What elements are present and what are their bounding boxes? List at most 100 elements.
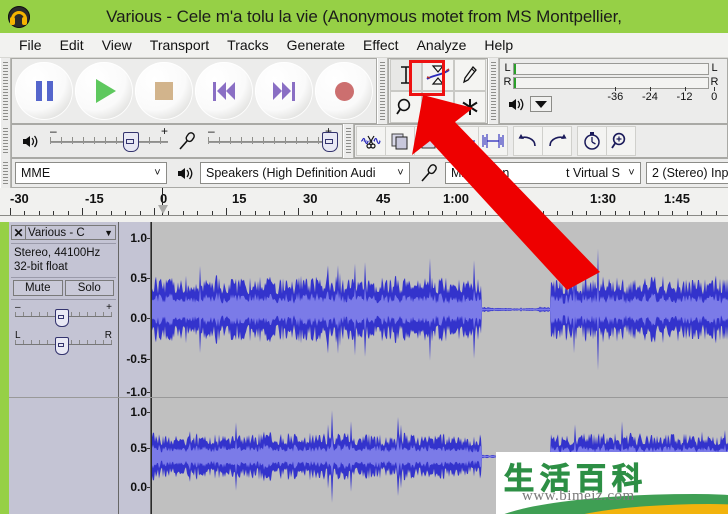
record-icon xyxy=(334,81,354,101)
waveform-left-channel[interactable] xyxy=(151,222,728,397)
track-mute-button[interactable]: Mute xyxy=(13,280,63,296)
recording-device-select[interactable]: Microphon t Virtual S ˅ xyxy=(445,162,641,184)
ruler-tick-minor xyxy=(572,211,573,215)
speaker-icon xyxy=(178,167,193,179)
recording-device-value-tail: t Virtual S xyxy=(566,166,620,180)
ruler-tick-minor xyxy=(168,211,169,215)
mixer-toolbar-grip[interactable] xyxy=(0,124,11,158)
menu-generate[interactable]: Generate xyxy=(278,33,354,58)
vruler-label-1: 1.0 xyxy=(130,230,150,245)
ruler-tick-minor xyxy=(716,211,717,215)
ruler-tick-minor xyxy=(543,211,544,215)
chevron-down-icon: ˅ xyxy=(397,167,404,179)
selection-tool[interactable] xyxy=(390,59,422,91)
ruler-tick-minor xyxy=(269,211,270,215)
ruler-tick-minor xyxy=(687,211,688,215)
ruler-tick-major xyxy=(82,208,83,215)
time-shift-arrow-icon xyxy=(429,102,447,112)
timeshift-tool[interactable] xyxy=(422,91,454,123)
sync-lock-button[interactable] xyxy=(577,126,607,156)
vruler-label-0: 0.0 xyxy=(130,311,150,326)
ruler-tick-minor xyxy=(557,211,558,215)
device-toolbar-grip[interactable] xyxy=(0,158,11,188)
meter-db-scale: -36 -24 -12 0 xyxy=(552,87,725,117)
recording-channels-select[interactable]: 2 (Stereo) Input C ˅ xyxy=(646,162,728,184)
menu-transport[interactable]: Transport xyxy=(141,33,218,58)
play-button[interactable] xyxy=(75,62,133,120)
edit-toolbar-grip[interactable] xyxy=(343,124,354,158)
trim-outside-selection-button[interactable] xyxy=(449,126,479,156)
tools-toolbar-grip[interactable] xyxy=(377,58,388,124)
track-control-panel[interactable]: ✕ Various - C ▼ Stereo, 44100Hz 32-bit f… xyxy=(9,222,119,397)
menu-edit[interactable]: Edit xyxy=(51,33,93,58)
vruler2-label-1: 1.0 xyxy=(130,405,150,420)
paste-button[interactable] xyxy=(414,126,444,156)
draw-tool[interactable] xyxy=(454,59,486,91)
audio-host-select[interactable]: MME ˅ xyxy=(15,162,167,184)
undo-button[interactable] xyxy=(513,126,543,156)
track-pan-thumb[interactable] xyxy=(55,337,69,355)
playback-device-select[interactable]: Speakers (High Definition Audi ˅ xyxy=(200,162,410,184)
ruler-tick-minor xyxy=(111,211,112,215)
ruler-tick-minor xyxy=(514,211,515,215)
device-toolbar: MME ˅ Speakers (High Definition Audi ˅ M… xyxy=(11,158,728,188)
meter-toolbar-grip[interactable] xyxy=(488,58,499,124)
playback-meter-right-bar xyxy=(513,76,709,89)
record-meter[interactable]: L R xyxy=(709,60,725,89)
playback-meter[interactable]: L R xyxy=(502,60,709,89)
zoom-tool[interactable] xyxy=(390,91,422,123)
output-volume-thumb[interactable] xyxy=(123,132,140,152)
input-volume-slider[interactable]: – + xyxy=(208,125,339,152)
menu-help[interactable]: Help xyxy=(475,33,522,58)
ruler-tick-minor xyxy=(600,211,601,215)
meter-tick-12: -12 xyxy=(676,87,693,103)
clipboard-icon xyxy=(421,132,436,149)
track-name-dropdown[interactable]: Various - C ▼ xyxy=(26,225,116,240)
silence-selection-button[interactable] xyxy=(478,126,508,156)
recording-device-value: Microphon xyxy=(451,166,510,180)
mixer-toolbar: – + – + xyxy=(11,124,343,158)
track-solo-button[interactable]: Solo xyxy=(64,280,114,296)
ruler-tick-minor xyxy=(384,211,385,215)
track-gain-slider[interactable]: – + xyxy=(15,302,112,327)
stop-icon xyxy=(155,82,173,100)
microphone-icon xyxy=(179,132,195,150)
copy-button[interactable] xyxy=(385,126,415,156)
meter-tick-24: -24 xyxy=(641,87,658,103)
menu-view[interactable]: View xyxy=(93,33,141,58)
playback-meter-right-label: R xyxy=(503,76,512,88)
timeline-ruler[interactable]: -30 -15 0 15 30 45 1:00 1:30 1:45 xyxy=(0,188,728,216)
multi-tool[interactable] xyxy=(454,91,486,123)
menu-file[interactable]: File xyxy=(10,33,51,58)
track-pan-slider[interactable]: L R xyxy=(15,330,112,355)
track-gain-thumb[interactable] xyxy=(55,309,69,327)
pencil-icon xyxy=(463,66,477,84)
menu-analyze[interactable]: Analyze xyxy=(408,33,476,58)
menu-tracks[interactable]: Tracks xyxy=(218,33,277,58)
input-volume-thumb[interactable] xyxy=(322,132,339,152)
ruler-label-0: -30 xyxy=(10,191,29,206)
record-button[interactable] xyxy=(315,62,373,120)
playback-meter-left-label: L xyxy=(504,62,511,74)
playback-meter-left-bar xyxy=(513,62,709,75)
stop-button[interactable] xyxy=(135,62,193,120)
envelope-tool[interactable] xyxy=(422,59,454,91)
pause-button[interactable] xyxy=(15,62,73,120)
playhead-handle[interactable] xyxy=(158,205,168,214)
undo-arrow-icon xyxy=(518,134,536,147)
output-volume-slider[interactable]: – + xyxy=(50,125,168,152)
track-control-panel-right-channel[interactable] xyxy=(9,398,119,514)
cut-button[interactable] xyxy=(356,126,386,156)
ruler-label-3: 15 xyxy=(232,191,247,206)
skip-to-end-button[interactable] xyxy=(255,62,313,120)
menu-effect[interactable]: Effect xyxy=(354,33,408,58)
ruler-label-7: 1:30 xyxy=(590,191,617,206)
redo-button[interactable] xyxy=(542,126,572,156)
transport-toolbar-grip[interactable] xyxy=(0,58,11,124)
edit-cursor xyxy=(151,222,152,397)
zoom-in-button[interactable] xyxy=(606,126,636,156)
ruler-tick-minor xyxy=(312,211,313,215)
track-close-button[interactable]: ✕ xyxy=(11,225,26,240)
skip-to-start-button[interactable] xyxy=(195,62,253,120)
meter-options-dropdown[interactable] xyxy=(530,96,552,112)
